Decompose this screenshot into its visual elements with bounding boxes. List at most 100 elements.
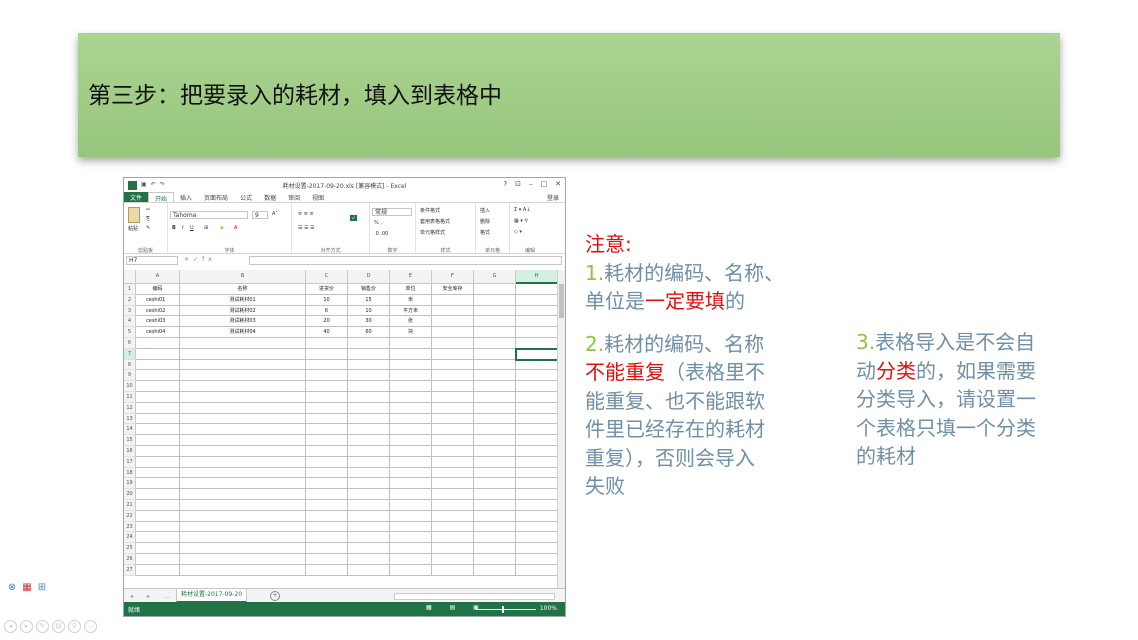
cell[interactable]	[516, 489, 558, 500]
cell[interactable]	[136, 402, 180, 414]
cell[interactable]	[474, 348, 516, 360]
cell[interactable]	[180, 359, 306, 371]
insert-cells-button[interactable]: 插入	[480, 207, 490, 214]
cell[interactable]: 测试耗材03	[180, 316, 306, 328]
cell[interactable]	[136, 478, 180, 490]
cell[interactable]	[348, 554, 390, 565]
cell[interactable]	[136, 413, 180, 425]
cell[interactable]	[390, 478, 432, 490]
percent-icon[interactable]: % ,	[374, 220, 382, 226]
cell[interactable]	[432, 500, 474, 511]
cell[interactable]	[390, 521, 432, 533]
cell[interactable]	[474, 284, 516, 295]
cell[interactable]	[390, 564, 432, 576]
row-header[interactable]: 11	[124, 392, 136, 403]
cell[interactable]	[348, 456, 390, 468]
cell[interactable]	[516, 543, 558, 554]
cell[interactable]	[390, 381, 432, 392]
cell[interactable]	[306, 402, 348, 414]
cell[interactable]	[474, 359, 516, 371]
cell[interactable]	[306, 510, 348, 522]
cell[interactable]	[516, 532, 558, 544]
cell[interactable]	[348, 338, 390, 349]
cell[interactable]	[474, 554, 516, 565]
cell[interactable]	[348, 521, 390, 533]
row-header[interactable]: 20	[124, 489, 136, 500]
align-top-icon[interactable]: ≡ ≡ ≡	[298, 211, 314, 217]
cell[interactable]	[136, 564, 180, 576]
cell[interactable]	[348, 381, 390, 392]
cell[interactable]	[432, 370, 474, 382]
cell[interactable]	[348, 348, 390, 360]
row-header[interactable]: 9	[124, 370, 136, 382]
zoom-slider-knob[interactable]	[502, 606, 504, 613]
column-header-g[interactable]: G	[474, 270, 516, 284]
row-header[interactable]: 16	[124, 446, 136, 457]
cell[interactable]	[474, 532, 516, 544]
cell[interactable]: ceshi01	[136, 294, 180, 306]
cell[interactable]: 20	[306, 316, 348, 328]
column-header-f[interactable]: F	[432, 270, 474, 284]
slides-icon[interactable]: ▤	[52, 620, 65, 633]
cell[interactable]	[390, 424, 432, 436]
cell[interactable]	[180, 413, 306, 425]
cell[interactable]: 测试耗材01	[180, 294, 306, 306]
tab-formulas[interactable]: 公式	[234, 192, 258, 202]
row-header[interactable]: 6	[124, 338, 136, 349]
cell[interactable]	[136, 456, 180, 468]
cell[interactable]	[180, 554, 306, 565]
cell[interactable]	[516, 564, 558, 576]
cell[interactable]	[306, 467, 348, 479]
cell[interactable]	[432, 381, 474, 392]
name-box[interactable]: H7	[126, 256, 178, 265]
cell[interactable]	[390, 456, 432, 468]
cell[interactable]	[180, 521, 306, 533]
cell[interactable]: 米	[390, 294, 432, 306]
close-button[interactable]: ✕	[555, 180, 561, 188]
cell[interactable]: 名称	[180, 284, 306, 295]
copy-icon[interactable]: ⎘	[146, 216, 150, 222]
cell[interactable]	[390, 489, 432, 500]
cell[interactable]	[306, 348, 348, 360]
cell[interactable]	[474, 521, 516, 533]
cell[interactable]	[390, 532, 432, 544]
cell[interactable]	[390, 413, 432, 425]
fx-icon[interactable]: fx	[202, 256, 216, 263]
cell[interactable]	[432, 316, 474, 328]
vertical-scrollbar[interactable]	[557, 270, 565, 588]
horizontal-scrollbar[interactable]	[394, 593, 555, 600]
ribbon-display-button[interactable]: ⊡	[515, 180, 521, 188]
grow-font-icon[interactable]: A˄	[272, 211, 278, 217]
border-icon[interactable]: ⊞	[204, 225, 208, 231]
cell[interactable]	[136, 554, 180, 565]
scroll-thumb[interactable]	[559, 284, 564, 318]
cell[interactable]	[390, 338, 432, 349]
cell-styles-button[interactable]: 单元格样式	[420, 229, 445, 236]
cell[interactable]	[306, 489, 348, 500]
italic-icon[interactable]: I	[182, 225, 183, 231]
cell[interactable]	[516, 381, 558, 392]
cell[interactable]: ceshi04	[136, 327, 180, 338]
cancel-icon[interactable]: ✕	[184, 256, 193, 263]
cell[interactable]: 10	[348, 305, 390, 317]
cell[interactable]	[474, 424, 516, 436]
cell[interactable]	[180, 467, 306, 479]
maximize-button[interactable]: □	[541, 180, 548, 188]
cell[interactable]: 张	[390, 316, 432, 328]
cell[interactable]	[136, 359, 180, 371]
cell[interactable]	[390, 359, 432, 371]
cell[interactable]	[348, 370, 390, 382]
cell[interactable]: 编码	[136, 284, 180, 295]
cell[interactable]	[516, 413, 558, 425]
cell[interactable]	[474, 467, 516, 479]
cell[interactable]	[474, 510, 516, 522]
cell[interactable]: 6	[306, 305, 348, 317]
cell[interactable]	[432, 446, 474, 457]
cell[interactable]	[474, 402, 516, 414]
cell[interactable]	[306, 359, 348, 371]
font-name-select[interactable]: Tahoma	[170, 211, 248, 219]
cell[interactable]	[136, 381, 180, 392]
column-header-c[interactable]: C	[306, 270, 348, 284]
cell[interactable]	[180, 435, 306, 446]
cell[interactable]	[136, 446, 180, 457]
